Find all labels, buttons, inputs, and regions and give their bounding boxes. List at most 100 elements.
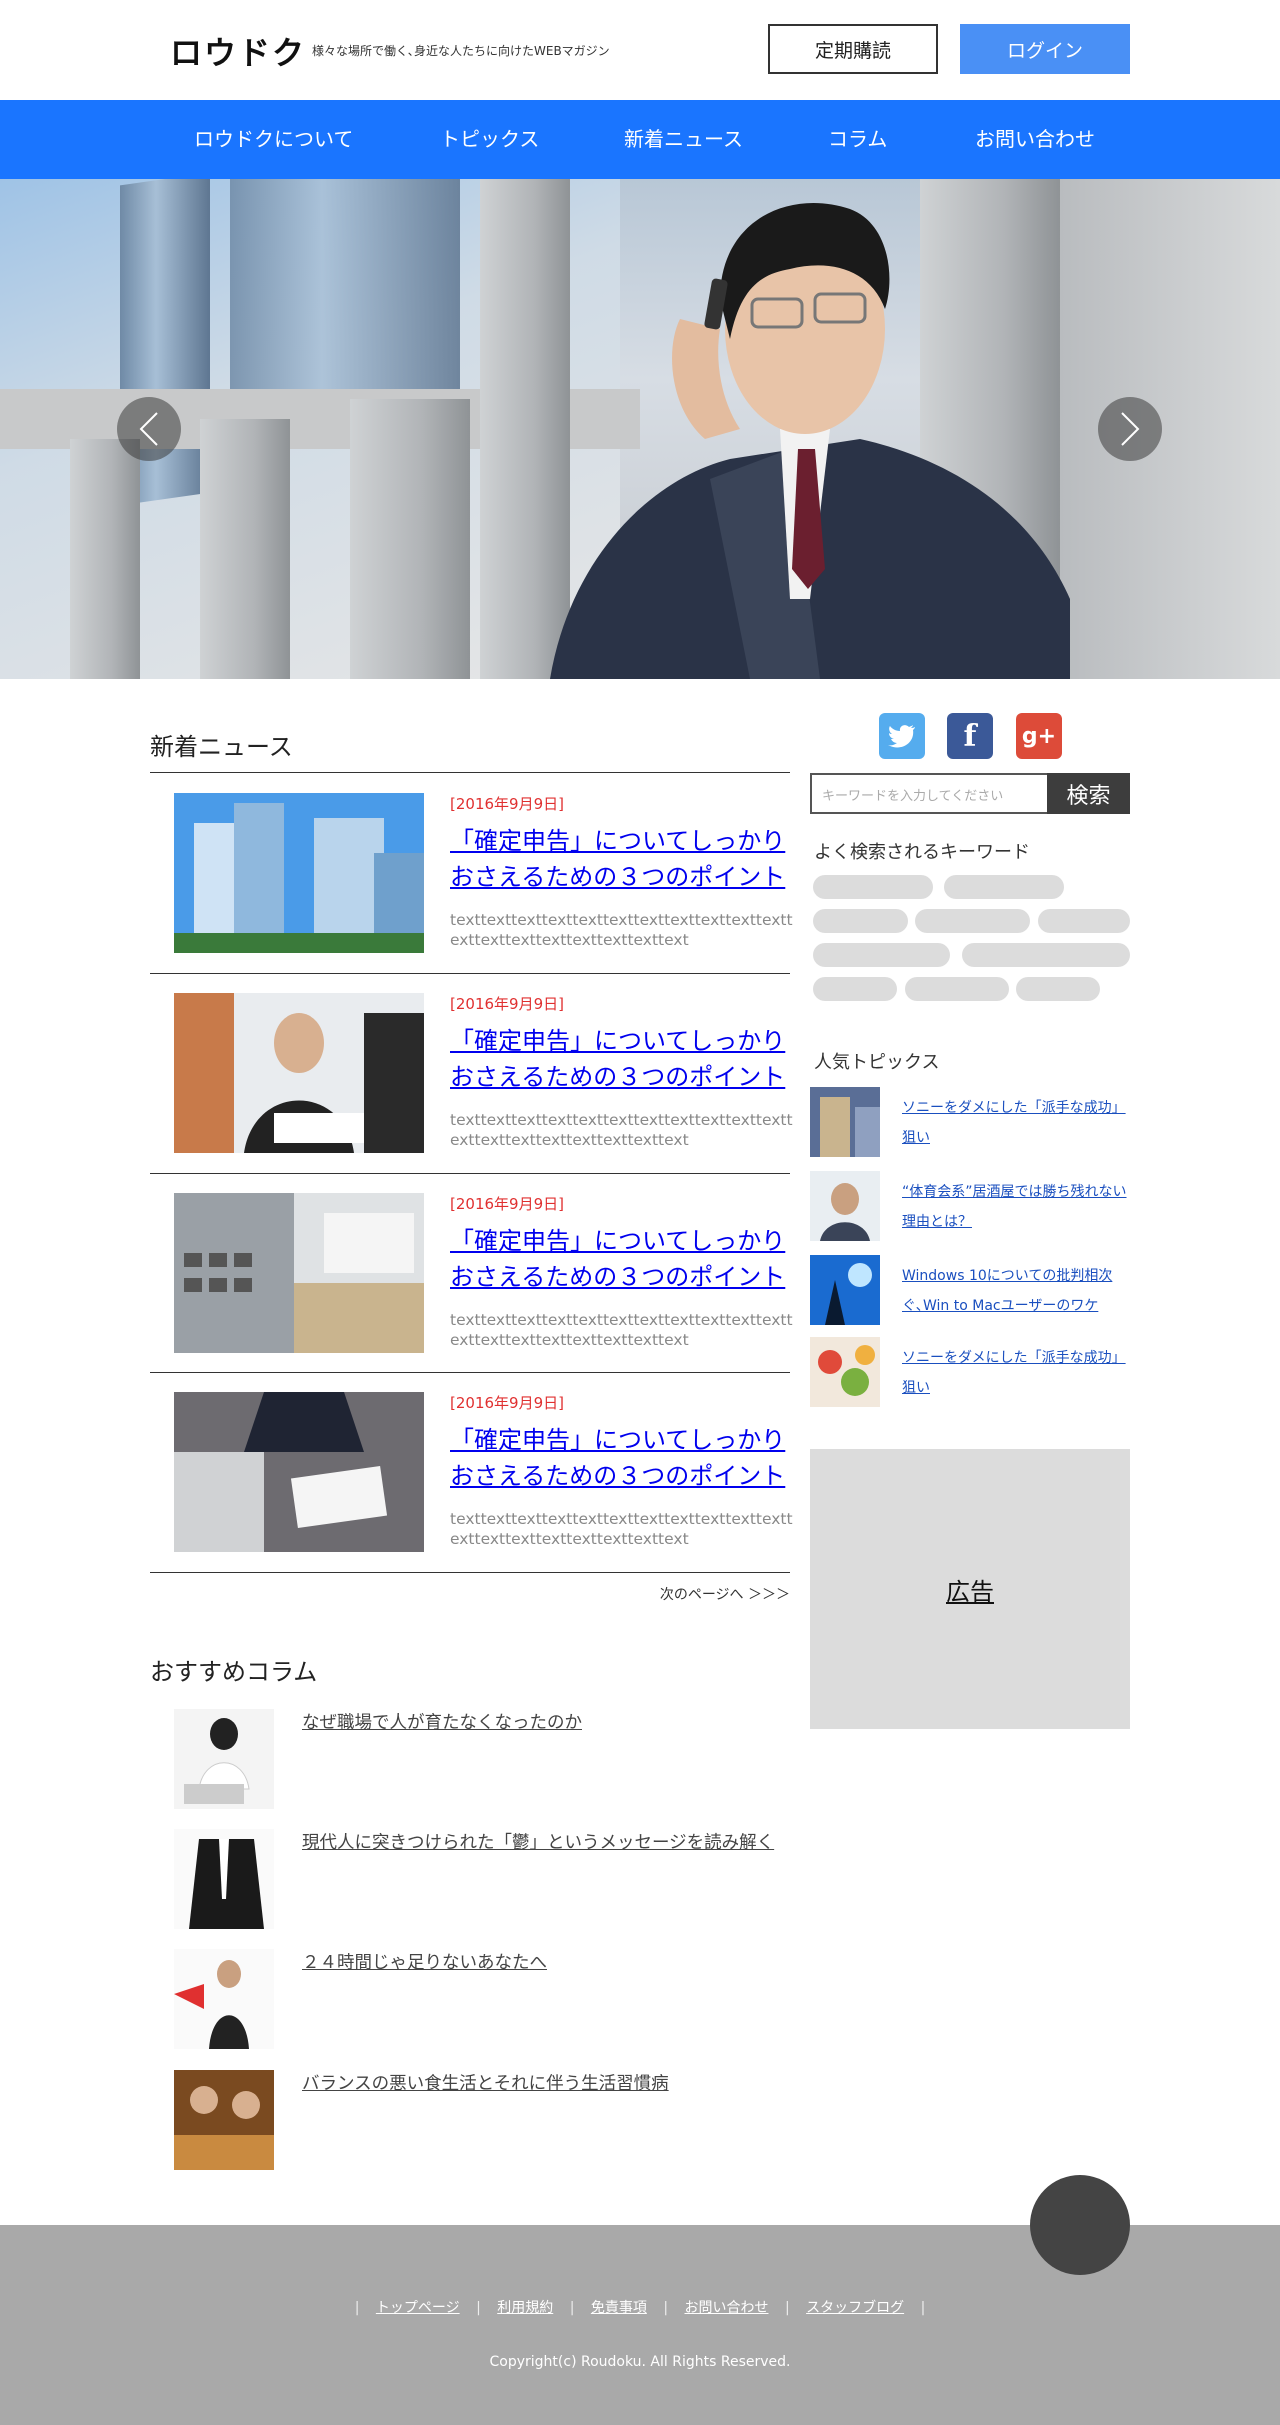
news-title-link[interactable]: 「確定申告」についてしっかりおさえるための３つのポイント <box>450 1223 795 1295</box>
hero-wall <box>1060 179 1280 679</box>
nav-item-news[interactable]: 新着ニュース <box>624 100 743 179</box>
popular-thumbnail[interactable] <box>810 1337 880 1407</box>
column-item: 現代人に突きつけられた「鬱」というメッセージを読み解く <box>174 1829 794 1929</box>
keyword-tag[interactable] <box>1016 977 1100 1001</box>
site-logo[interactable]: ロウドク <box>170 28 306 74</box>
news-title-link[interactable]: 「確定申告」についてしっかりおさえるための３つのポイント <box>450 823 795 895</box>
popular-heading: 人気トピックス <box>814 1052 940 1073</box>
chevron-left-icon <box>139 412 158 446</box>
keyword-tag[interactable] <box>1038 909 1130 933</box>
footer-separator: | <box>920 2300 926 2316</box>
keywords-heading: よく検索されるキーワード <box>814 842 1030 863</box>
hero-building <box>230 179 460 389</box>
footer-link-top[interactable]: トップページ <box>376 2300 460 2316</box>
column-title-link[interactable]: なぜ職場で人が育たなくなったのか <box>302 1709 582 1734</box>
news-date: [2016年9月9日] <box>450 995 564 1013</box>
column-thumbnail[interactable] <box>174 1949 274 2049</box>
subscribe-button[interactable]: 定期購読 <box>768 24 938 74</box>
nav-item-topics[interactable]: トピックス <box>440 100 539 179</box>
column-thumbnail[interactable] <box>174 1829 274 1929</box>
hero-prev-button[interactable] <box>117 397 181 461</box>
facebook-button[interactable]: f <box>947 713 993 759</box>
popular-thumbnail[interactable] <box>810 1255 880 1325</box>
businessman-photo <box>550 203 1070 679</box>
keyword-tag[interactable] <box>813 909 908 933</box>
footer-separator: | <box>663 2300 669 2316</box>
twitter-button[interactable] <box>879 713 925 759</box>
hero-column <box>70 439 140 679</box>
footer-separator: | <box>476 2300 481 2316</box>
hero-next-button[interactable] <box>1098 397 1162 461</box>
footer-link-staff-blog[interactable]: スタッフブログ <box>806 2300 904 2316</box>
columns-heading: おすすめコラム <box>150 1658 318 1686</box>
keyword-tag[interactable] <box>813 943 950 967</box>
search-input[interactable]: キーワードを入力してください <box>810 773 1047 814</box>
news-date: [2016年9月9日] <box>450 1394 564 1412</box>
chevron-right-icon <box>1121 412 1140 446</box>
popular-item: “体育会系”居酒屋では勝ち残れない理由とは？ <box>810 1171 1130 1241</box>
column-title-link[interactable]: 現代人に突きつけられた「鬱」というメッセージを読み解く <box>302 1829 774 1854</box>
column-item: なぜ職場で人が育たなくなったのか <box>174 1709 794 1809</box>
column-title-link[interactable]: バランスの悪い食生活とそれに伴う生活習慣病 <box>302 2070 669 2095</box>
popular-item: Windows 10についての批判相次ぐ､Win to Macユーザーのワケ <box>810 1255 1130 1325</box>
footer-nav: | トップページ | 利用規約 | 免責事項 | お問い合わせ | スタッフブロ… <box>0 2297 1280 2317</box>
news-item: [2016年9月9日] 「確定申告」についてしっかりおさえるための３つのポイント… <box>150 1372 793 1572</box>
footer-link-disclaimer[interactable]: 免責事項 <box>591 2300 647 2316</box>
keyword-tag[interactable] <box>813 875 933 899</box>
footer-link-terms[interactable]: 利用規約 <box>497 2300 553 2316</box>
column-item: ２４時間じゃ足りないあなたへ <box>174 1949 794 2049</box>
copyright: Copyright(c) Roudoku. All Rights Reserve… <box>489 2354 791 2370</box>
news-thumbnail[interactable] <box>174 1193 424 1353</box>
site-header: ロウドク 様々な場所で働く､身近な人たちに向けたWEBマガジン 定期購読 ログイ… <box>0 0 1280 100</box>
ad-banner[interactable]: 広告 <box>810 1449 1130 1729</box>
login-button[interactable]: ログイン <box>960 24 1130 74</box>
back-to-top-button[interactable] <box>1030 2175 1130 2275</box>
ad-label: 広告 <box>946 1577 994 1606</box>
news-excerpt: texttexttexttexttexttexttexttexttexttext… <box>450 1311 793 1349</box>
news-date: [2016年9月9日] <box>450 1195 564 1213</box>
news-date: [2016年9月9日] <box>450 795 564 813</box>
keyword-tag[interactable] <box>962 943 1130 967</box>
facebook-icon: f <box>963 718 977 754</box>
hero-slider <box>0 179 1280 679</box>
popular-title-link[interactable]: Windows 10についての批判相次ぐ､Win to Macユーザーのワケ <box>902 1261 1130 1321</box>
news-title-link[interactable]: 「確定申告」についてしっかりおさえるための３つのポイント <box>450 1023 795 1095</box>
column-item: バランスの悪い食生活とそれに伴う生活習慣病 <box>174 2070 794 2170</box>
twitter-icon <box>888 725 915 748</box>
footer-separator: | <box>569 2300 575 2316</box>
popular-item: ソニーをダメにした「派手な成功」狙い <box>810 1087 1130 1157</box>
news-excerpt: texttexttexttexttexttexttexttexttexttext… <box>450 1510 793 1548</box>
news-title-link[interactable]: 「確定申告」についてしっかりおさえるための３つのポイント <box>450 1422 795 1494</box>
column-thumbnail[interactable] <box>174 1709 274 1809</box>
next-page-link[interactable]: 次のページへ ＞＞＞ <box>600 1584 790 1604</box>
popular-thumbnail[interactable] <box>810 1087 880 1157</box>
news-thumbnail[interactable] <box>174 793 424 953</box>
popular-title-link[interactable]: ソニーをダメにした「派手な成功」狙い <box>902 1093 1130 1153</box>
google-plus-button[interactable]: g+ <box>1016 713 1062 759</box>
hero-column <box>350 399 470 679</box>
news-excerpt: texttexttexttexttexttexttexttexttexttext… <box>450 911 793 949</box>
news-item: [2016年9月9日] 「確定申告」についてしっかりおさえるための３つのポイント… <box>150 1173 793 1373</box>
nav-item-column[interactable]: コラム <box>828 100 887 179</box>
column-thumbnail[interactable] <box>174 2070 274 2170</box>
nav-item-about[interactable]: ロウドクについて <box>194 100 353 179</box>
popular-thumbnail[interactable] <box>810 1171 880 1241</box>
search-button[interactable]: 検索 <box>1047 773 1130 814</box>
popular-title-link[interactable]: “体育会系”居酒屋では勝ち残れない理由とは？ <box>902 1177 1130 1237</box>
column-title-link[interactable]: ２４時間じゃ足りないあなたへ <box>302 1949 547 1974</box>
nav-item-contact[interactable]: お問い合わせ <box>975 100 1095 179</box>
keyword-tag[interactable] <box>905 977 1009 1001</box>
news-item: [2016年9月9日] 「確定申告」についてしっかりおさえるための３つのポイント… <box>150 773 793 973</box>
divider <box>150 1572 790 1573</box>
hero-column <box>200 419 290 679</box>
keyword-tag[interactable] <box>944 875 1064 899</box>
news-heading: 新着ニュース <box>150 733 293 761</box>
news-excerpt: texttexttexttexttexttexttexttexttexttext… <box>450 1111 793 1149</box>
keyword-tag[interactable] <box>915 909 1030 933</box>
popular-title-link[interactable]: ソニーをダメにした「派手な成功」狙い <box>902 1343 1130 1403</box>
news-thumbnail[interactable] <box>174 1392 424 1552</box>
keyword-tag[interactable] <box>813 977 897 1001</box>
google-plus-icon: g+ <box>1021 723 1057 749</box>
news-thumbnail[interactable] <box>174 993 424 1153</box>
footer-link-contact[interactable]: お問い合わせ <box>684 2300 768 2316</box>
